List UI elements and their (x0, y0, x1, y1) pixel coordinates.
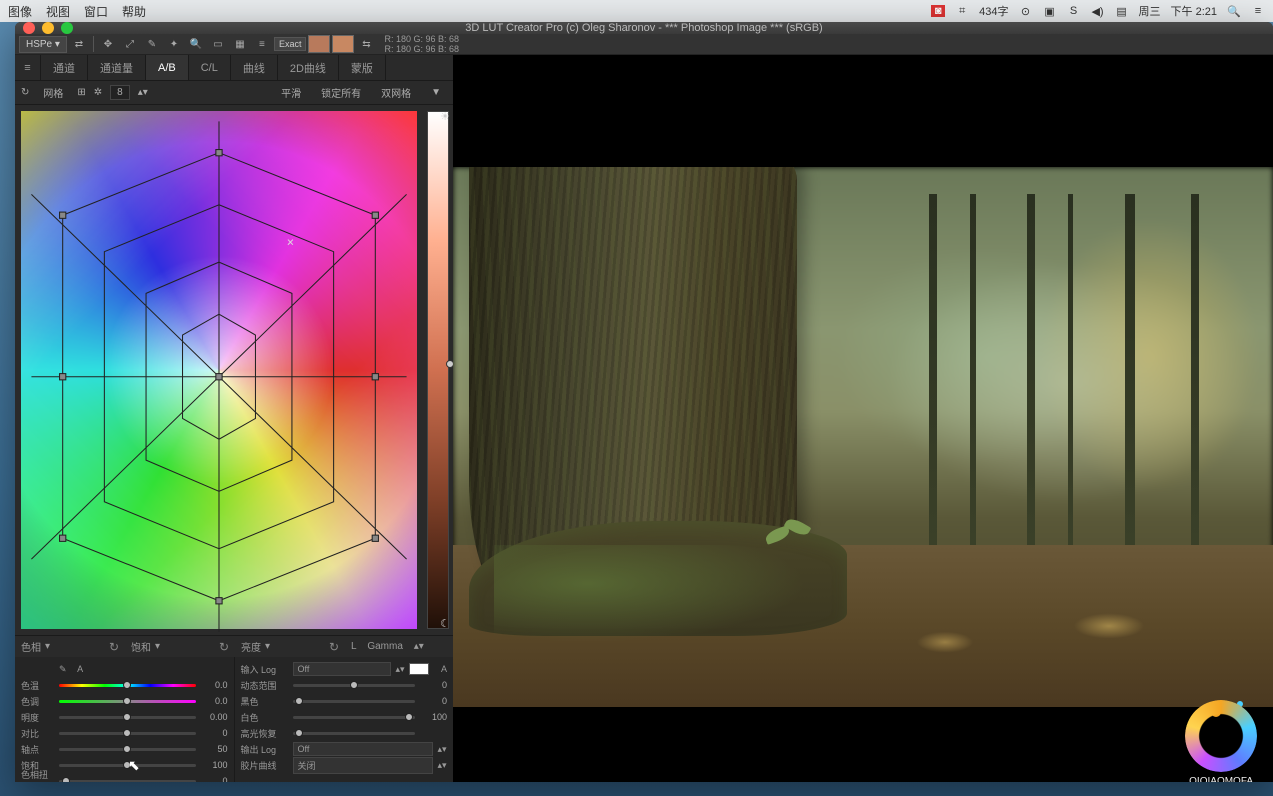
titlebar: 3D LUT Creator Pro (c) Oleg Sharonov - *… (15, 22, 1273, 34)
left-panel: ≡ 通道 通道量 A/B C/L 曲线 2D曲线 蒙版 ↻ 网格 ⊞ ✲ 8 ▴… (15, 55, 453, 782)
slider-色温[interactable]: 色温0.0 (21, 677, 228, 693)
window-maximize[interactable] (61, 22, 73, 34)
preview-area[interactable]: QIQIAOMOFA 奇 巧 魔 (453, 55, 1273, 782)
slider-色调[interactable]: 色调0.0 (21, 693, 228, 709)
tool-wand-icon[interactable]: ✦ (164, 35, 184, 53)
slider-色相扭曲[interactable]: 色相扭曲0 (21, 773, 228, 782)
lockall-button[interactable]: 锁定所有 (315, 83, 367, 102)
color-wheel[interactable]: × (21, 111, 417, 629)
tool-eyedropper-icon[interactable]: ✎ (142, 35, 162, 53)
color-grid-area: × ☀ ☾ (15, 105, 453, 635)
slider-白色[interactable]: 白色100 (241, 709, 448, 725)
slider-输出 Log[interactable]: 输出 LogOff▴▾ (241, 741, 448, 757)
status-grid-icon: ⌗ (955, 5, 969, 18)
grid-stepper[interactable]: ▴▾ (138, 87, 148, 98)
mode-select[interactable]: HSPe ▾ (19, 36, 67, 53)
watermark-en: QIQIAOMOFA (1181, 776, 1261, 782)
menu-image[interactable]: 图像 (8, 3, 32, 20)
swap-icon[interactable]: ⇆ (356, 35, 376, 53)
reset-grid-icon[interactable]: ↻ (21, 87, 29, 98)
tool-link-icon[interactable]: ⇄ (69, 35, 89, 53)
volume-icon[interactable]: ◀) (1091, 5, 1105, 18)
tab-channel-amount[interactable]: 通道量 (88, 55, 146, 80)
tool-grid-icon[interactable]: ▦ (230, 35, 250, 53)
slider-明度[interactable]: 明度0.00 (21, 709, 228, 725)
grid-gear-icon[interactable]: ✲ (94, 87, 102, 98)
luminance-bar[interactable]: ☀ ☾ (427, 111, 449, 629)
mac-menubar: 图像 视图 窗口 帮助 ◙ ⌗ 434字 ⊙ ▣ S ◀) ▤ 周三 下午 2:… (0, 0, 1273, 22)
tool-move-icon[interactable]: ✥ (98, 35, 118, 53)
slider-动态范围[interactable]: 动态范围0 (241, 677, 448, 693)
watermark: QIQIAOMOFA 奇 巧 魔 (1181, 700, 1261, 782)
gamma-mode[interactable]: L (351, 641, 357, 652)
tab-channel[interactable]: 通道 (41, 55, 88, 80)
window-close[interactable] (23, 22, 35, 34)
slider-轴点[interactable]: 轴点50 (21, 741, 228, 757)
menu-extra-icon[interactable]: ≡ (1251, 5, 1265, 17)
grid-subbar: ↻ 网格 ⊞ ✲ 8 ▴▾ 平滑 锁定所有 双网格 ▼ (15, 81, 453, 105)
color-swatch-2[interactable] (332, 35, 354, 53)
menu-view[interactable]: 视图 (46, 3, 70, 20)
window-title: 3D LUT Creator Pro (c) Oleg Sharonov - *… (465, 22, 822, 34)
toolbar: HSPe ▾ ⇄ ✥ ⤢ ✎ ✦ 🔍 ▭ ▦ ≡ Exact ⇆ R: 180 … (15, 34, 1273, 55)
eyedropper-a-icon[interactable]: ✎ (59, 664, 67, 675)
slider-黑色[interactable]: 黑色0 (241, 693, 448, 709)
grid-label[interactable]: 网格 (37, 83, 69, 102)
menu-help[interactable]: 帮助 (122, 3, 146, 20)
exact-toggle[interactable]: Exact (274, 37, 307, 51)
preview-image (453, 167, 1273, 707)
sliders-right: 输入 LogOff▴▾A动态范围0黑色0白色100高光恢复输出 LogOff▴▾… (234, 657, 454, 782)
spider-grid[interactable]: × (21, 111, 417, 642)
svg-text:×: × (287, 235, 294, 249)
tool-hand-icon[interactable]: ▭ (208, 35, 228, 53)
color-swatch-1[interactable] (308, 35, 330, 53)
slider-输入 Log[interactable]: 输入 LogOff▴▾A (241, 661, 448, 677)
input-icon[interactable]: ▤ (1115, 5, 1129, 18)
tool-zoom-icon[interactable]: 🔍 (186, 35, 206, 53)
tab-2d-curves[interactable]: 2D曲线 (278, 55, 339, 80)
sliders-left: ✎ A 色温0.0色调0.0明度0.00对比0轴点50饱和100色相扭曲0 (15, 657, 234, 782)
grid-crosshair-icon[interactable]: ⊞ (77, 87, 85, 98)
moon-icon: ☾ (440, 617, 450, 630)
time-label: 下午 2:21 (1171, 3, 1217, 19)
window-minimize[interactable] (42, 22, 54, 34)
menu-window[interactable]: 窗口 (84, 3, 108, 20)
a-label: A (77, 664, 83, 674)
char-count: 434字 (979, 3, 1008, 19)
tab-mask[interactable]: 蒙版 (339, 55, 386, 80)
gamma-label: Gamma (367, 641, 403, 652)
tab-cl[interactable]: C/L (189, 55, 231, 80)
spotlight-icon[interactable]: 🔍 (1227, 5, 1241, 18)
sliders-area: ✎ A 色温0.0色调0.0明度0.00对比0轴点50饱和100色相扭曲0 输入… (15, 657, 453, 782)
gamma-stepper[interactable]: ▴▾ (414, 641, 424, 652)
tool-expand-icon[interactable]: ⤢ (120, 35, 140, 53)
subbar-dropdown-icon[interactable]: ▼ (425, 85, 447, 100)
dualgrid-button[interactable]: 双网格 (375, 83, 417, 102)
status-icon-1: ⊙ (1019, 5, 1033, 18)
status-red-icon: ◙ (931, 5, 945, 17)
status-icon-2: ▣ (1043, 5, 1057, 18)
app-window: 3D LUT Creator Pro (c) Oleg Sharonov - *… (15, 22, 1273, 782)
smooth-button[interactable]: 平滑 (275, 83, 307, 102)
slider-胶片曲线[interactable]: 胶片曲线关闭▴▾ (241, 757, 448, 773)
slider-对比[interactable]: 对比0 (21, 725, 228, 741)
sun-icon: ☀ (440, 110, 450, 123)
grid-count[interactable]: 8 (110, 85, 130, 100)
day-label: 周三 (1139, 3, 1161, 19)
tab-curves[interactable]: 曲线 (231, 55, 278, 80)
tab-ab[interactable]: A/B (146, 55, 189, 80)
tool-list-icon[interactable]: ≡ (252, 35, 272, 53)
slider-高光恢复[interactable]: 高光恢复 (241, 725, 448, 741)
rgb-readout: R: 180 G: 96 B: 68R: 180 G: 96 B: 68 (384, 34, 459, 54)
status-icon-3: S (1067, 5, 1081, 17)
tab-bar: ≡ 通道 通道量 A/B C/L 曲线 2D曲线 蒙版 (15, 55, 453, 81)
tab-menu-icon[interactable]: ≡ (15, 55, 41, 80)
